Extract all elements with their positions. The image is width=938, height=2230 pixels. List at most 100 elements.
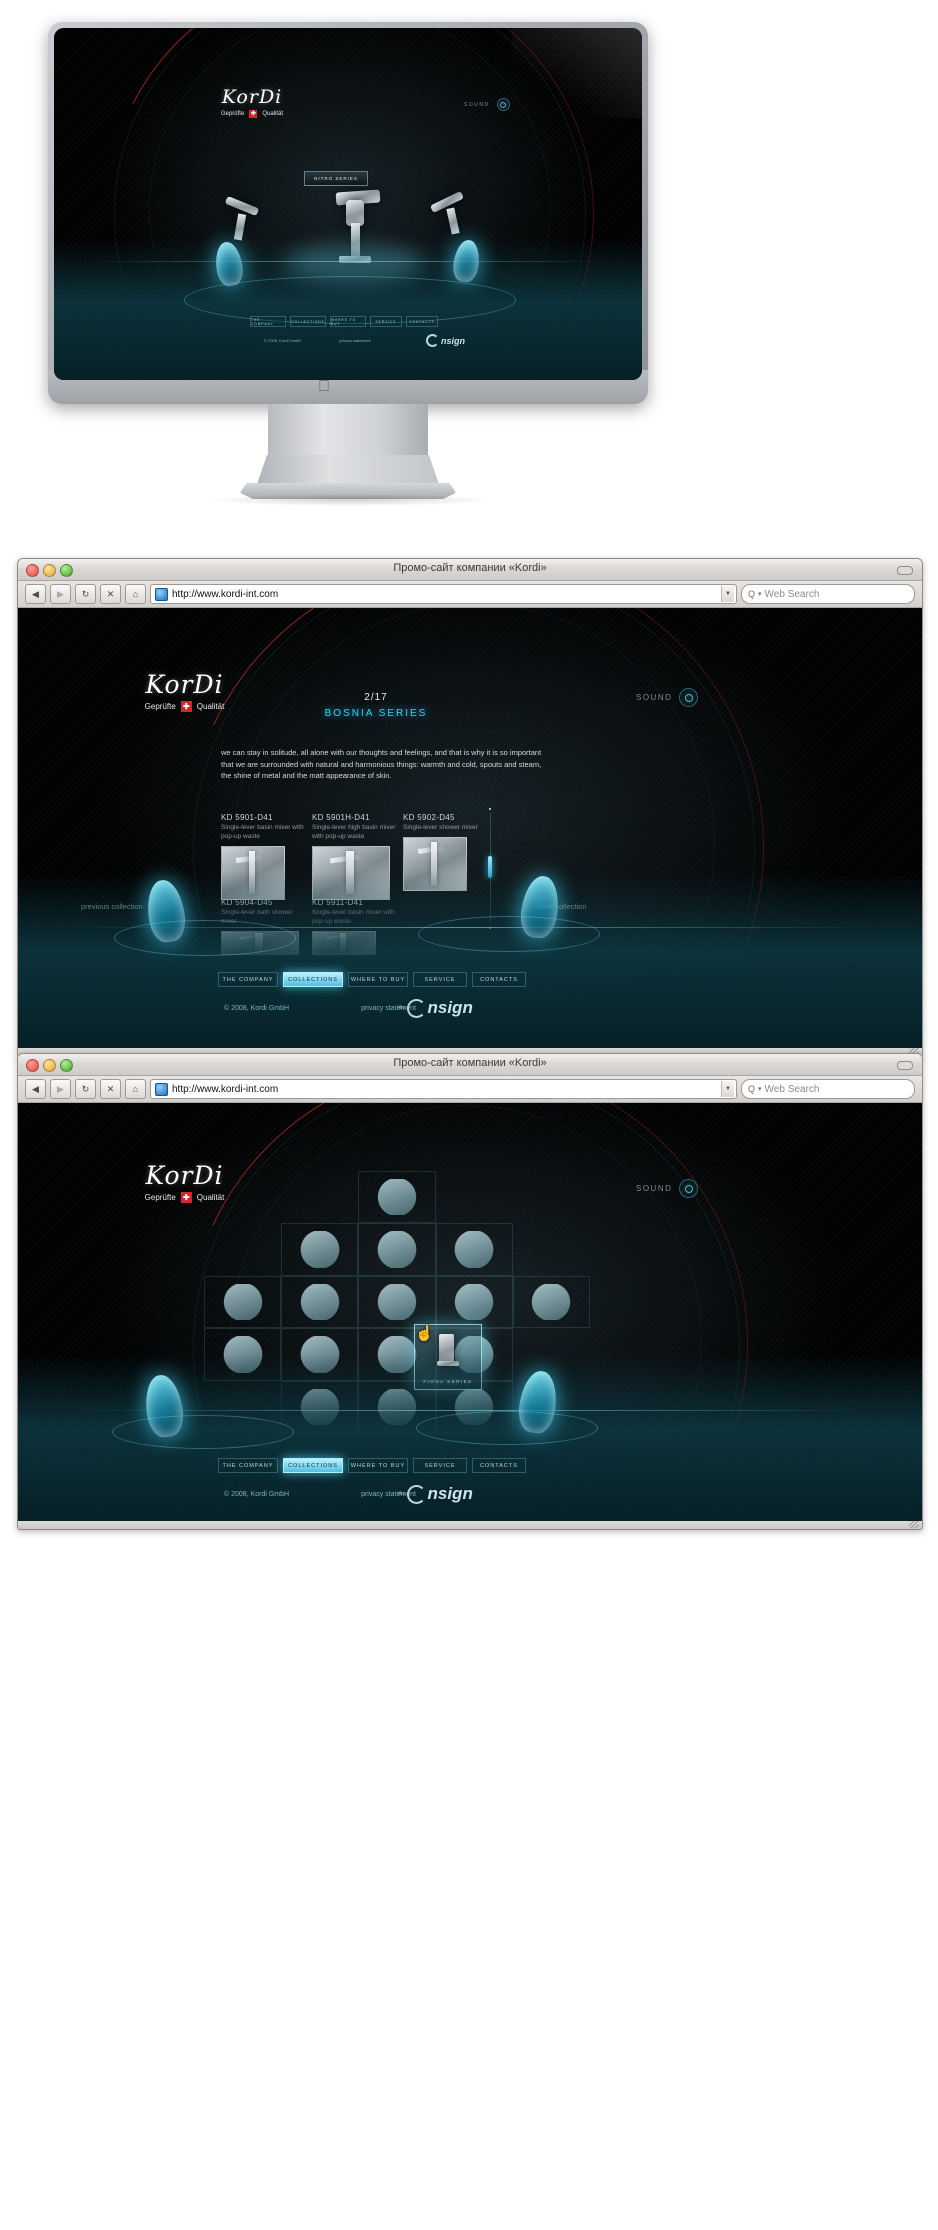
agency-mark-icon	[426, 334, 439, 347]
nav-item-collections[interactable]: COLLECTIONS	[283, 1458, 343, 1473]
url-text: http://www.kordi-int.com	[172, 1083, 279, 1095]
faucet-icon	[369, 1283, 425, 1321]
faucet-icon	[292, 1283, 347, 1321]
grid-item[interactable]	[358, 1275, 436, 1329]
nav-item-service[interactable]: SERVICE	[413, 972, 467, 987]
browser-toolbar-collection: ◀ ▶ ↻ ✕ ⌂ http://www.kordi-int.com ▼ Q ▾…	[18, 581, 922, 608]
url-text: http://www.kordi-int.com	[172, 588, 279, 600]
sound-label: SOUND	[464, 101, 490, 108]
nav-item-where-to-buy[interactable]: WHERE TO BUY	[330, 316, 366, 327]
url-dropdown-icon[interactable]: ▼	[721, 1081, 734, 1097]
site-canvas-collection: KorDi Geprüfte ✚ Qualität SOUND 2/17 BOS…	[18, 608, 922, 1048]
back-button[interactable]: ◀	[25, 584, 46, 604]
agency-prefix: the	[398, 1491, 406, 1497]
nav-item-the-company[interactable]: THE COMPANY	[218, 972, 278, 987]
window-title: Промо-сайт компании «Kordi»	[393, 1057, 547, 1069]
address-bar[interactable]: http://www.kordi-int.com ▼	[150, 584, 737, 604]
swiss-cross-icon: ✚	[180, 1192, 192, 1203]
grid-item[interactable]	[358, 1223, 436, 1276]
sound-control[interactable]: SOUND	[636, 688, 699, 707]
page-root:  KorDi Geprüfte ✚ Qualität	[0, 0, 938, 2230]
main-nav-collection[interactable]: THE COMPANY COLLECTIONS WHERE TO BUY SER…	[218, 972, 526, 987]
nav-item-the-company[interactable]: THE COMPANY	[250, 316, 286, 327]
grid-item[interactable]	[204, 1275, 282, 1329]
agency-name: nsign	[427, 998, 473, 1017]
apple-logo-icon: 	[316, 378, 332, 396]
search-field[interactable]: Q ▾ Web Search	[741, 1079, 915, 1099]
grid-item[interactable]	[512, 1275, 590, 1329]
back-button[interactable]: ◀	[25, 1079, 46, 1099]
sound-toggle-icon[interactable]	[679, 1179, 699, 1198]
brand-tagline-left: Geprüfte	[144, 1193, 176, 1202]
main-nav-grid[interactable]: THE COMPANY COLLECTIONS WHERE TO BUY SER…	[218, 1458, 526, 1473]
favicon-icon	[155, 1082, 168, 1096]
agency-logo-grid[interactable]: the nsign	[398, 1484, 473, 1504]
toolbar-toggle-button[interactable]	[897, 1061, 913, 1070]
faucet-icon	[447, 1231, 502, 1268]
toolbar-toggle-button[interactable]	[897, 566, 913, 575]
ripple-left	[114, 920, 296, 956]
product-code: KD 5901-D41	[221, 813, 273, 822]
agency-name: nsign	[441, 335, 465, 346]
sound-control[interactable]: SOUND	[464, 98, 510, 111]
stop-button[interactable]: ✕	[100, 1079, 121, 1099]
browser-toolbar-grid: ◀ ▶ ↻ ✕ ⌂ http://www.kordi-int.com ▼ Q ▾…	[18, 1076, 922, 1103]
nav-item-service[interactable]: SERVICE	[370, 316, 402, 327]
nav-item-contacts[interactable]: CONTACTS	[406, 316, 438, 327]
footer-collection: © 2008, Kordi GmbH privacy statement	[224, 1005, 416, 1012]
stop-button[interactable]: ✕	[100, 584, 121, 604]
water-horizon	[72, 1410, 868, 1411]
nav-item-contacts[interactable]: CONTACTS	[472, 1458, 526, 1473]
footer-privacy-link[interactable]: privacy statement	[339, 338, 370, 343]
footer-grid: © 2008, Kordi GmbH privacy statement	[224, 1491, 416, 1498]
home-button[interactable]: ⌂	[125, 584, 146, 604]
grid-item[interactable]	[435, 1275, 513, 1329]
brand-tagline-left: Geprüfte	[220, 111, 245, 117]
window-bottom-grid	[18, 1521, 922, 1529]
reload-button[interactable]: ↻	[75, 1079, 96, 1099]
sound-label: SOUND	[636, 693, 673, 702]
brand-name: KorDi	[221, 86, 283, 108]
nav-item-where-to-buy[interactable]: WHERE TO BUY	[348, 1458, 408, 1473]
nav-item-where-to-buy[interactable]: WHERE TO BUY	[348, 972, 408, 987]
site-canvas-monitor: KorDi Geprüfte ✚ Qualität SOUND NITRO SE…	[54, 28, 642, 380]
nav-item-collections[interactable]: COLLECTIONS	[290, 316, 326, 327]
search-field[interactable]: Q ▾ Web Search	[741, 584, 915, 604]
swiss-cross-icon: ✚	[249, 110, 258, 118]
grid-item[interactable]	[358, 1171, 436, 1224]
nav-item-collections[interactable]: COLLECTIONS	[283, 972, 343, 987]
footer-copyright: © 2008, Kordi GmbH	[224, 1491, 290, 1498]
nav-item-contacts[interactable]: CONTACTS	[472, 972, 526, 987]
faucet-icon	[369, 1179, 425, 1216]
search-dropdown-icon[interactable]: ▾	[758, 1085, 762, 1093]
nav-item-service[interactable]: SERVICE	[413, 1458, 467, 1473]
agency-logo-collection[interactable]: the nsign	[398, 998, 473, 1018]
agency-mark-icon	[406, 998, 426, 1018]
url-dropdown-icon[interactable]: ▼	[721, 586, 734, 602]
forward-button[interactable]: ▶	[50, 1079, 71, 1099]
forward-button[interactable]: ▶	[50, 584, 71, 604]
agency-prefix: the	[398, 1005, 406, 1011]
nav-item-the-company[interactable]: THE COMPANY	[218, 1458, 278, 1473]
sound-toggle-icon[interactable]	[496, 98, 510, 111]
sound-toggle-icon[interactable]	[679, 688, 699, 707]
brand-logo[interactable]: KorDi Geprüfte ✚ Qualität	[112, 670, 257, 712]
sound-control[interactable]: SOUND	[636, 1179, 699, 1198]
series-badge-nitro[interactable]: NITRO SERIES	[304, 171, 368, 186]
address-bar[interactable]: http://www.kordi-int.com ▼	[150, 1079, 737, 1099]
home-button[interactable]: ⌂	[125, 1079, 146, 1099]
agency-logo-monitor[interactable]: nsign	[426, 334, 465, 347]
main-nav-monitor[interactable]: THE COMPANY COLLECTIONS WHERE TO BUY SER…	[250, 316, 438, 327]
resize-grip[interactable]	[909, 1521, 919, 1528]
brand-tagline-left: Geprüfte	[144, 702, 176, 711]
grid-item[interactable]	[435, 1223, 513, 1276]
page-viewport-grid: KorDi Geprüfte ✚ Qualität SOUND ☝ THE CO…	[18, 1103, 922, 1521]
brand-logo[interactable]: KorDi Geprüfte ✚ Qualität	[192, 86, 312, 118]
monitor-mockup:  KorDi Geprüfte ✚ Qualität	[0, 0, 938, 530]
grid-item[interactable]	[281, 1223, 359, 1276]
reload-button[interactable]: ↻	[75, 584, 96, 604]
search-dropdown-icon[interactable]: ▾	[758, 590, 762, 598]
rail-top-marker	[489, 808, 491, 810]
grid-item[interactable]	[281, 1275, 359, 1329]
faucet-icon	[215, 1283, 270, 1321]
